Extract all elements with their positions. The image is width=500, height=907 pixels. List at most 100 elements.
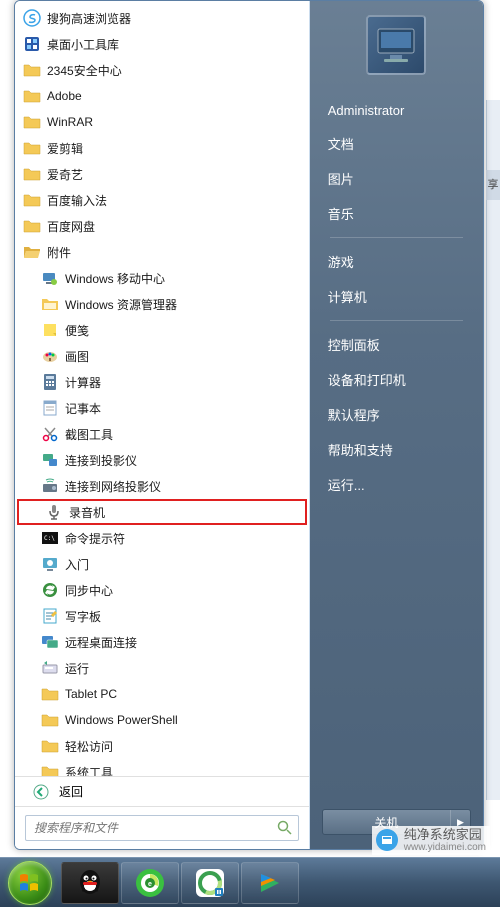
program-item[interactable]: WinRAR [15, 109, 309, 135]
taskbar: e [0, 857, 500, 907]
folder-icon [41, 763, 59, 776]
program-item[interactable]: 截图工具 [15, 421, 309, 447]
gadgets-icon [23, 35, 41, 53]
program-label: Windows 移动中心 [65, 270, 165, 287]
folder-icon [23, 61, 41, 79]
right-panel-link[interactable]: 控制面板 [322, 327, 471, 362]
program-item[interactable]: Tablet PC [15, 681, 309, 707]
sogou-icon-wrap [23, 9, 41, 27]
program-item[interactable]: 桌面小工具库 [15, 31, 309, 57]
right-panel-link[interactable]: 设备和打印机 [322, 362, 471, 397]
projector-icon [41, 451, 59, 469]
program-item[interactable]: Windows 移动中心 [15, 265, 309, 291]
taskbar-item-app3[interactable] [181, 862, 239, 904]
explorer-icon [41, 295, 59, 313]
user-picture-frame[interactable] [310, 15, 483, 75]
projector1-icon-wrap [41, 451, 59, 469]
program-item[interactable]: 录音机 [17, 499, 307, 525]
program-item[interactable]: 爱剪辑 [15, 135, 309, 161]
back-arrow-icon [33, 784, 49, 800]
user-picture [366, 15, 426, 75]
program-item[interactable]: 连接到网络投影仪 [15, 473, 309, 499]
folder-icon [41, 685, 59, 703]
run-icon-wrap [41, 659, 59, 677]
start-button[interactable] [8, 861, 52, 905]
mobility-center-icon [41, 269, 59, 287]
program-item[interactable]: 搜狗高速浏览器 [15, 5, 309, 31]
program-item[interactable]: Windows PowerShell [15, 707, 309, 733]
right-panel-link[interactable]: 帮助和支持 [322, 432, 471, 467]
program-item[interactable]: 轻松访问 [15, 733, 309, 759]
sogou-icon [23, 9, 41, 27]
taskbar-item-qq[interactable] [61, 862, 119, 904]
calculator-icon [41, 373, 59, 391]
folder-icon-wrap [23, 87, 41, 105]
wordpad-icon-wrap [41, 607, 59, 625]
right-panel-link[interactable]: 运行... [322, 467, 471, 502]
program-item[interactable]: 同步中心 [15, 577, 309, 603]
snip-icon-wrap [41, 425, 59, 443]
search-input[interactable] [25, 815, 299, 841]
sound-recorder-icon [45, 503, 63, 521]
right-panel-link[interactable]: 图片 [322, 161, 471, 196]
getting-started-icon-wrap [41, 555, 59, 573]
program-item[interactable]: 系统工具 [15, 759, 309, 776]
all-programs-list[interactable]: 搜狗高速浏览器桌面小工具库2345安全中心AdobeWinRAR爱剪辑爱奇艺百度… [15, 1, 309, 776]
projector2-icon-wrap [41, 477, 59, 495]
folder-icon [23, 217, 41, 235]
separator [330, 320, 463, 321]
getting-started-icon [41, 555, 59, 573]
right-panel-link[interactable]: 默认程序 [322, 397, 471, 432]
notepad-icon-wrap [41, 399, 59, 417]
tencent-video-icon [253, 866, 287, 900]
folder-icon-wrap [23, 165, 41, 183]
program-item[interactable]: 百度网盘 [15, 213, 309, 239]
user-name-link[interactable]: Administrator [322, 95, 471, 126]
program-label: Windows PowerShell [65, 713, 178, 727]
browser-icon: e [133, 866, 167, 900]
watermark-title: 纯净系统家园 [404, 828, 486, 842]
right-panel-link[interactable]: 文档 [322, 126, 471, 161]
folder-icon [41, 711, 59, 729]
monitor-icon [374, 25, 418, 65]
program-item[interactable]: 连接到投影仪 [15, 447, 309, 473]
right-panel-link[interactable]: 计算机 [322, 279, 471, 314]
app-icon [193, 866, 227, 900]
program-item[interactable]: 百度输入法 [15, 187, 309, 213]
program-label: WinRAR [47, 115, 93, 129]
program-label: Windows 资源管理器 [65, 296, 177, 313]
search-icon [277, 820, 293, 836]
program-item[interactable]: 2345安全中心 [15, 57, 309, 83]
sync-center-icon [41, 581, 59, 599]
program-item[interactable]: 入门 [15, 551, 309, 577]
program-item[interactable]: 画图 [15, 343, 309, 369]
right-panel-link[interactable]: 音乐 [322, 196, 471, 231]
program-item[interactable]: 计算器 [15, 369, 309, 395]
back-button[interactable]: 返回 [15, 776, 309, 806]
program-item[interactable]: 远程桌面连接 [15, 629, 309, 655]
taskbar-item-tencent-video[interactable] [241, 862, 299, 904]
right-links-section: Administrator 文档图片音乐 游戏计算机 控制面板设备和打印机默认程… [310, 95, 483, 502]
program-item[interactable]: 记事本 [15, 395, 309, 421]
program-item[interactable]: 写字板 [15, 603, 309, 629]
program-label: 搜狗高速浏览器 [47, 10, 131, 27]
taskbar-item-browser[interactable]: e [121, 862, 179, 904]
program-item[interactable]: C:\命令提示符 [15, 525, 309, 551]
start-menu-right-panel: Administrator 文档图片音乐 游戏计算机 控制面板设备和打印机默认程… [310, 1, 483, 849]
program-item[interactable]: 运行 [15, 655, 309, 681]
program-item[interactable]: Windows 资源管理器 [15, 291, 309, 317]
program-item[interactable]: Adobe [15, 83, 309, 109]
program-label: 轻松访问 [65, 738, 113, 755]
program-item[interactable]: 便笺 [15, 317, 309, 343]
windows-logo-icon [16, 869, 44, 897]
folder-icon [23, 139, 41, 157]
run-icon [41, 659, 59, 677]
program-item[interactable]: 爱奇艺 [15, 161, 309, 187]
start-menu-left-panel: 搜狗高速浏览器桌面小工具库2345安全中心AdobeWinRAR爱剪辑爱奇艺百度… [15, 1, 310, 849]
right-panel-link[interactable]: 游戏 [322, 244, 471, 279]
folder-icon [23, 191, 41, 209]
gadgets-icon-wrap [23, 35, 41, 53]
calc-icon-wrap [41, 373, 59, 391]
program-item[interactable]: 附件 [15, 239, 309, 265]
program-label: 附件 [47, 244, 71, 261]
